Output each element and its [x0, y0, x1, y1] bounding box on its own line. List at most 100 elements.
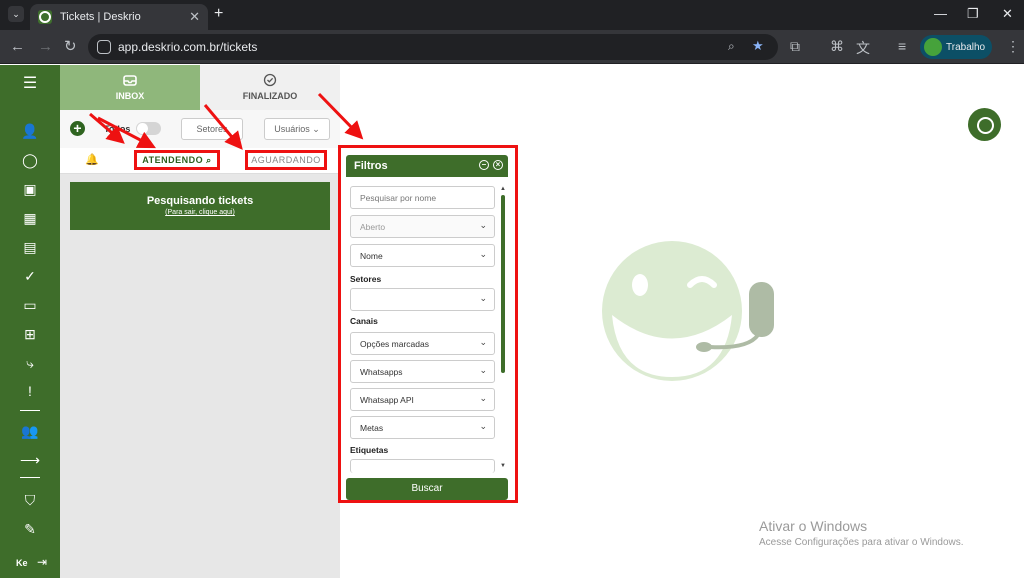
user-initials[interactable]: Ke	[16, 558, 28, 568]
whatsapp-api-select[interactable]: Whatsapp API ⌄	[350, 388, 495, 411]
browser-menu-icon[interactable]: ⋮	[1006, 38, 1020, 55]
add-ticket-button[interactable]: +	[70, 121, 85, 136]
scroll-down-icon[interactable]: ▼	[500, 463, 506, 469]
reload-icon[interactable]: ↻	[64, 38, 77, 56]
chevron-down-icon: ⌄	[479, 293, 487, 303]
extension-a-icon[interactable]: ⌘	[830, 38, 844, 55]
browser-tab[interactable]: Tickets | Deskrio ✕	[30, 4, 208, 30]
setores-select[interactable]: Setores	[181, 118, 243, 140]
flow-icon[interactable]: ⤷	[20, 353, 40, 373]
filtros-scrollbar[interactable]	[501, 195, 505, 373]
translate-icon[interactable]: 文	[856, 38, 870, 58]
tab-search-icon[interactable]: ⌄	[8, 6, 24, 22]
menu-icon[interactable]: ☰	[20, 74, 40, 94]
filtros-title: Filtros	[354, 160, 388, 172]
address-bar[interactable]: app.deskrio.com.br/tickets ⌕ ★	[88, 34, 778, 60]
chevron-down-icon: ⌄	[479, 421, 487, 431]
chat-icon[interactable]: ◯	[20, 150, 40, 170]
status-value: Aberto	[360, 222, 386, 232]
arrow-right-icon[interactable]: ⟶	[20, 450, 40, 470]
order-select[interactable]: Nome ⌄	[350, 244, 495, 267]
site-info-icon[interactable]	[97, 40, 111, 54]
whatsapps-select[interactable]: Whatsapps ⌄	[350, 360, 495, 383]
search-name-input[interactable]: Pesquisar por nome	[350, 186, 495, 209]
reading-list-icon[interactable]: ≡	[898, 38, 906, 54]
close-circle-icon[interactable]: ×	[493, 160, 503, 170]
tab-finalizado[interactable]: FINALIZADO	[200, 65, 340, 110]
tab-atendendo-label: ATENDENDO	[142, 155, 204, 165]
windows-activation-watermark: Ativar o Windows Acesse Configurações pa…	[759, 518, 964, 548]
chevron-down-icon: ⌄	[312, 124, 320, 134]
chevron-down-icon: ⌄	[479, 249, 487, 259]
bell-icon[interactable]: 🔔	[85, 153, 99, 166]
search-banner-exit-link[interactable]: (Para sair, clique aqui)	[70, 209, 330, 216]
buscar-button[interactable]: Buscar	[346, 478, 508, 500]
contacts-icon[interactable]: 👤	[20, 121, 40, 141]
tab-inbox-label: INBOX	[115, 91, 145, 101]
sidebar-divider	[20, 477, 40, 478]
deskrio-favicon-icon	[38, 10, 52, 24]
etiquetas-label: Etiquetas	[350, 445, 389, 455]
logout-icon[interactable]: ⇥	[37, 555, 47, 569]
browser-tab-strip: ⌄ Tickets | Deskrio ✕ + — ❐ ✕	[0, 0, 1024, 30]
tab-finalizado-label: FINALIZADO	[242, 91, 298, 101]
search-banner-title: Pesquisando tickets	[146, 195, 254, 207]
back-icon[interactable]: ←	[10, 38, 25, 56]
whatsapps-value: Whatsapps	[360, 367, 403, 377]
shield-icon[interactable]: ⛉	[20, 490, 40, 510]
watermark-line1: Ativar o Windows	[759, 518, 868, 534]
tab-aguardando[interactable]: AGUARDANDO	[245, 150, 327, 170]
url-text: app.deskrio.com.br/tickets	[118, 40, 258, 54]
chevron-down-icon: ⌄	[479, 365, 487, 375]
profile-label: Trabalho	[946, 41, 986, 53]
tab-inbox[interactable]: INBOX	[60, 65, 200, 110]
bookmark-star-icon[interactable]: ★	[752, 38, 764, 54]
usuarios-select[interactable]: Usuários ⌄	[264, 118, 330, 140]
canais-select[interactable]: Opções marcadas ⌄	[350, 332, 495, 355]
edit-icon[interactable]: ✎	[20, 519, 40, 539]
close-window-icon[interactable]: ✕	[1002, 6, 1013, 22]
forward-icon[interactable]: →	[38, 38, 53, 56]
close-tab-icon[interactable]: ✕	[189, 9, 200, 25]
extensions-icon[interactable]: ⧉	[790, 38, 800, 55]
tasks-icon[interactable]: ✓	[20, 266, 40, 286]
search-banner[interactable]: Pesquisando tickets (Para sair, clique a…	[70, 182, 330, 230]
browser-toolbar: ← → ↻ app.deskrio.com.br/tickets ⌕ ★ ⧉ ⌘…	[0, 30, 1024, 64]
kanban-icon[interactable]: ▤	[20, 237, 40, 257]
scroll-up-icon[interactable]: ▲	[500, 186, 506, 192]
todos-label: Todos	[104, 124, 131, 134]
status-select[interactable]: Aberto ⌄	[350, 215, 495, 238]
order-value: Nome	[360, 251, 383, 261]
profile-avatar	[924, 38, 942, 56]
etiquetas-select[interactable]	[350, 459, 495, 473]
check-circle-icon	[263, 73, 277, 87]
canais-label: Canais	[350, 316, 378, 326]
alert-icon[interactable]: !	[20, 381, 40, 401]
minimize-icon[interactable]: —	[934, 6, 947, 21]
minimize-circle-icon[interactable]: –	[479, 160, 489, 170]
contact-card-icon[interactable]: ▣	[20, 179, 40, 199]
calendar-icon[interactable]: ▭	[20, 295, 40, 315]
watermark-line2: Acesse Configurações para ativar o Windo…	[759, 537, 964, 548]
setores-label: Setores	[350, 274, 382, 284]
chevron-down-icon: ⌄	[479, 393, 487, 403]
whatsapp-api-value: Whatsapp API	[360, 395, 414, 405]
metas-select[interactable]: Metas ⌄	[350, 416, 495, 439]
search-icon: ⌕	[206, 155, 212, 165]
tab-atendendo[interactable]: ATENDENDO ⌕	[134, 150, 220, 170]
chevron-down-icon: ⌄	[479, 337, 487, 347]
dashboard-icon[interactable]: ▦	[20, 208, 40, 228]
chat-fab-button[interactable]	[968, 108, 1001, 141]
todos-toggle[interactable]	[136, 122, 161, 135]
quick-reply-icon[interactable]: ⊞	[20, 324, 40, 344]
chevron-down-icon: ⌄	[479, 220, 487, 230]
users-icon[interactable]: 👥	[20, 421, 40, 441]
filtros-header: Filtros – ×	[346, 155, 508, 177]
canais-value: Opções marcadas	[360, 339, 429, 349]
setores-select-dialog[interactable]: ⌄	[350, 288, 495, 311]
new-tab-icon[interactable]: +	[214, 5, 223, 23]
restore-icon[interactable]: ❐	[967, 6, 979, 22]
usuarios-label: Usuários	[274, 124, 310, 134]
zoom-icon[interactable]: ⌕	[728, 39, 735, 54]
profile-button[interactable]: Trabalho	[920, 35, 992, 59]
